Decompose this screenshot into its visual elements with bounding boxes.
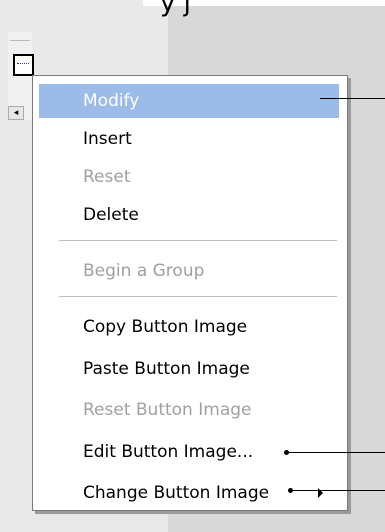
menu-item-copy-button-image[interactable]: Copy Button Image [39, 310, 339, 344]
menu-item-label: Insert [83, 129, 132, 149]
menu-item-paste-button-image[interactable]: Paste Button Image [39, 352, 339, 386]
menu-item-reset-button-image[interactable]: Reset Button Image [39, 393, 339, 427]
cutoff-text: y j [160, 0, 191, 18]
menu-separator [59, 240, 337, 244]
callout-dot-change [288, 488, 293, 493]
menu-item-label: Reset [83, 167, 131, 187]
menu-item-label: Edit Button Image... [83, 442, 254, 462]
callout-line-edit-button-image [286, 452, 385, 453]
toolbar-divider [10, 40, 30, 41]
menu-item-label: Modify [83, 91, 140, 111]
menu-item-label: Begin a Group [83, 261, 205, 281]
menu-item-delete[interactable]: Delete [39, 198, 339, 232]
menu-separator [59, 296, 337, 300]
callout-dot-edit [284, 450, 289, 455]
context-menu: Modify Insert Reset Delete Begin a Group… [32, 75, 348, 511]
menu-item-label: Reset Button Image [83, 400, 252, 420]
button-image-icon [17, 63, 29, 65]
menu-item-reset[interactable]: Reset [39, 160, 339, 194]
menu-item-change-button-image[interactable]: Change Button Image [39, 476, 339, 510]
menu-item-begin-a-group[interactable]: Begin a Group [39, 254, 339, 288]
menu-item-label: Change Button Image [83, 483, 270, 503]
selected-toolbar-button[interactable] [13, 54, 34, 76]
menu-item-label: Delete [83, 205, 139, 225]
menu-item-label: Copy Button Image [83, 317, 248, 337]
menu-item-modify[interactable]: Modify [39, 84, 339, 118]
scroll-left-arrow[interactable]: ◂ [8, 106, 24, 120]
menu-gutter [33, 76, 36, 510]
menu-item-insert[interactable]: Insert [39, 122, 339, 156]
callout-line-modify [320, 98, 385, 99]
menu-item-label: Paste Button Image [83, 359, 250, 379]
callout-line-change-button-image [290, 490, 385, 491]
top-strip: y j [143, 0, 385, 18]
